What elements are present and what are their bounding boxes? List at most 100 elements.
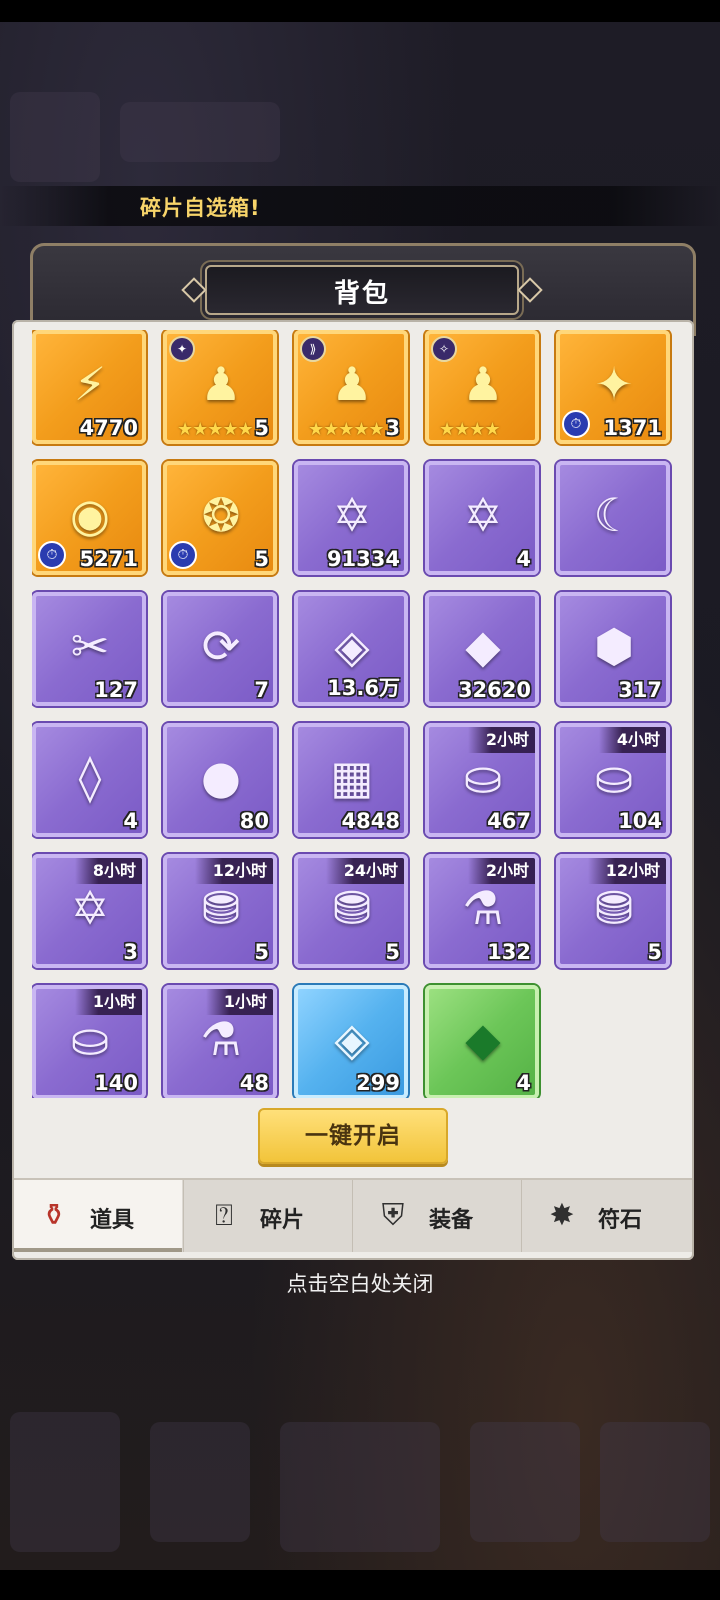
crystal-ball-icon: ◉ — [69, 488, 111, 542]
item-count: 5271 — [79, 547, 138, 571]
tab-label: 装备 — [429, 1208, 474, 1233]
tab-label: 碎片 — [260, 1208, 305, 1233]
item-grid: ⚡ 4770 ♟ ✦ ★★★★★ 5 ♟ ⟫ ★★★★★ 3 ♟ ✧ ★★★★ ✦ ⏱ 1371 ◉ ⏱ 5271 ❂… — [32, 330, 672, 1098]
hero-figure-icon: ♟ — [200, 357, 242, 411]
tab-runestones[interactable]: ✸ 符石 — [521, 1180, 689, 1252]
item-count: 5 — [254, 940, 269, 964]
item-slot[interactable]: ◈ 13.6万 — [294, 592, 408, 706]
item-slot[interactable]: ✦ ⏱ 1371 — [556, 330, 670, 444]
item-count: 13.6万 — [327, 676, 400, 700]
status-bar — [0, 0, 720, 22]
gold-bars-icon: ▦ — [330, 750, 374, 804]
potion-icon: ⚱ — [41, 1198, 67, 1233]
duration-tag: 12小时 — [587, 858, 666, 884]
coin-bag-icon: ✡ — [70, 881, 110, 935]
blue-crystal-icon: ◆ — [465, 619, 501, 673]
star-rating: ★★★★ — [439, 419, 501, 440]
item-count: 5 — [254, 547, 269, 571]
item-slot[interactable]: ✡ 8小时 3 — [32, 854, 146, 968]
item-slot[interactable]: ◆ 32620 — [425, 592, 539, 706]
tab-items[interactable]: ⚱ 道具 — [14, 1180, 182, 1252]
item-slot[interactable]: ● 80 — [163, 723, 277, 837]
hero-figure-icon: ♟ — [462, 357, 504, 411]
item-count: 4 — [123, 809, 138, 833]
star-coin-icon: ✡ — [332, 488, 372, 542]
item-count: 4 — [516, 547, 531, 571]
gold-coins-icon: ⛀ — [594, 750, 634, 804]
potion-chest-icon: ⛃ — [594, 881, 634, 935]
item-slot[interactable]: ⚗ 1小时 48 — [163, 985, 277, 1098]
item-count: 3 — [385, 416, 400, 440]
item-slot[interactable]: ⛃ 12小时 5 — [556, 854, 670, 968]
item-count: 4 — [516, 1071, 531, 1095]
tab-bar: ⚱ 道具 ⍰ 碎片 ⛨ 装备 ✸ 符石 — [14, 1178, 692, 1252]
tab-fragments[interactable]: ⍰ 碎片 — [183, 1180, 351, 1252]
item-count: 5 — [385, 940, 400, 964]
item-count: 48 — [239, 1071, 269, 1095]
item-slot[interactable]: ◊ 4 — [32, 723, 146, 837]
dragon-egg-icon: ❂ — [201, 488, 241, 542]
item-slot[interactable]: ☾ — [556, 461, 670, 575]
duration-tag: 12小时 — [194, 858, 273, 884]
item-slot[interactable]: ◈ 299 — [294, 985, 408, 1098]
item-slot[interactable]: ▦ 4848 — [294, 723, 408, 837]
item-slot[interactable]: ✡ 4 — [425, 461, 539, 575]
purple-gem-icon: ⬢ — [593, 619, 635, 673]
faction-badge-icon: ⟫ — [300, 336, 326, 362]
duration-tag: 1小时 — [205, 989, 273, 1015]
treasure-chest-icon: ⛃ — [201, 881, 241, 935]
item-slot[interactable]: ⚡ 4770 — [32, 330, 146, 444]
treasure-chest-icon: ⛃ — [332, 881, 372, 935]
item-slot[interactable]: ⚗ 2小时 132 — [425, 854, 539, 968]
tab-label: 符石 — [598, 1208, 643, 1233]
open-all-button[interactable]: 一键开启 — [258, 1108, 448, 1164]
stopwatch-icon: ⏱ — [562, 410, 590, 438]
item-count: 104 — [618, 809, 662, 833]
item-count: 4848 — [341, 809, 400, 833]
item-count: 91334 — [326, 547, 400, 571]
hero-figure-icon: ♟ — [331, 357, 373, 411]
item-slot[interactable]: ♟ ⟫ ★★★★★ 3 — [294, 330, 408, 444]
faction-badge-icon: ✧ — [431, 336, 457, 362]
item-count: 127 — [94, 678, 138, 702]
duration-tag: 1小时 — [74, 989, 142, 1015]
item-slot[interactable]: ⛃ 24小时 5 — [294, 854, 408, 968]
nav-bar — [0, 1570, 720, 1600]
item-count: 3 — [123, 940, 138, 964]
item-count: 32620 — [457, 678, 531, 702]
item-slot[interactable]: ✡ 91334 — [294, 461, 408, 575]
star-emblem-icon: ✦ — [594, 357, 634, 411]
item-slot[interactable]: ♟ ✦ ★★★★★ 5 — [163, 330, 277, 444]
potion-bottles-icon: ⚗ — [200, 1012, 242, 1066]
item-slot[interactable]: ⛃ 12小时 5 — [163, 854, 277, 968]
item-count: 317 — [618, 678, 662, 702]
item-slot[interactable]: ⛀ 4小时 104 — [556, 723, 670, 837]
gold-coins-icon: ⛀ — [70, 1012, 110, 1066]
duration-tag: 2小时 — [467, 727, 535, 753]
item-count: 1371 — [603, 416, 662, 440]
item-slot[interactable]: ◉ ⏱ 5271 — [32, 461, 146, 575]
tab-equipment[interactable]: ⛨ 装备 — [352, 1180, 520, 1252]
item-count: 4770 — [79, 416, 138, 440]
item-slot[interactable]: ⟳ 7 — [163, 592, 277, 706]
announcement-marquee: 碎片自选箱! — [0, 186, 720, 226]
item-slot[interactable]: ❂ ⏱ 5 — [163, 461, 277, 575]
duration-tag: 4小时 — [598, 727, 666, 753]
item-slot[interactable]: ⛀ 2小时 467 — [425, 723, 539, 837]
item-slot[interactable]: ✂ 127 — [32, 592, 146, 706]
item-slot[interactable]: ⬢ 317 — [556, 592, 670, 706]
rune-crystal-icon: ◊ — [78, 750, 102, 804]
item-count: 5 — [647, 940, 662, 964]
item-slot[interactable]: ⛀ 1小时 140 — [32, 985, 146, 1098]
title-plate: 背包 — [181, 265, 543, 315]
purple-orb-icon: ● — [200, 750, 242, 804]
item-count: 467 — [487, 809, 531, 833]
stopwatch-icon: ⏱ — [38, 541, 66, 569]
item-count: 7 — [254, 678, 269, 702]
item-count: 5 — [254, 416, 269, 440]
item-slot[interactable]: ♟ ✧ ★★★★ — [425, 330, 539, 444]
duration-tag: 24小时 — [325, 858, 404, 884]
item-slot[interactable]: ◆ 4 — [425, 985, 539, 1098]
rune-star-icon: ✸ — [549, 1198, 575, 1233]
faction-badge-icon: ✦ — [169, 336, 195, 362]
